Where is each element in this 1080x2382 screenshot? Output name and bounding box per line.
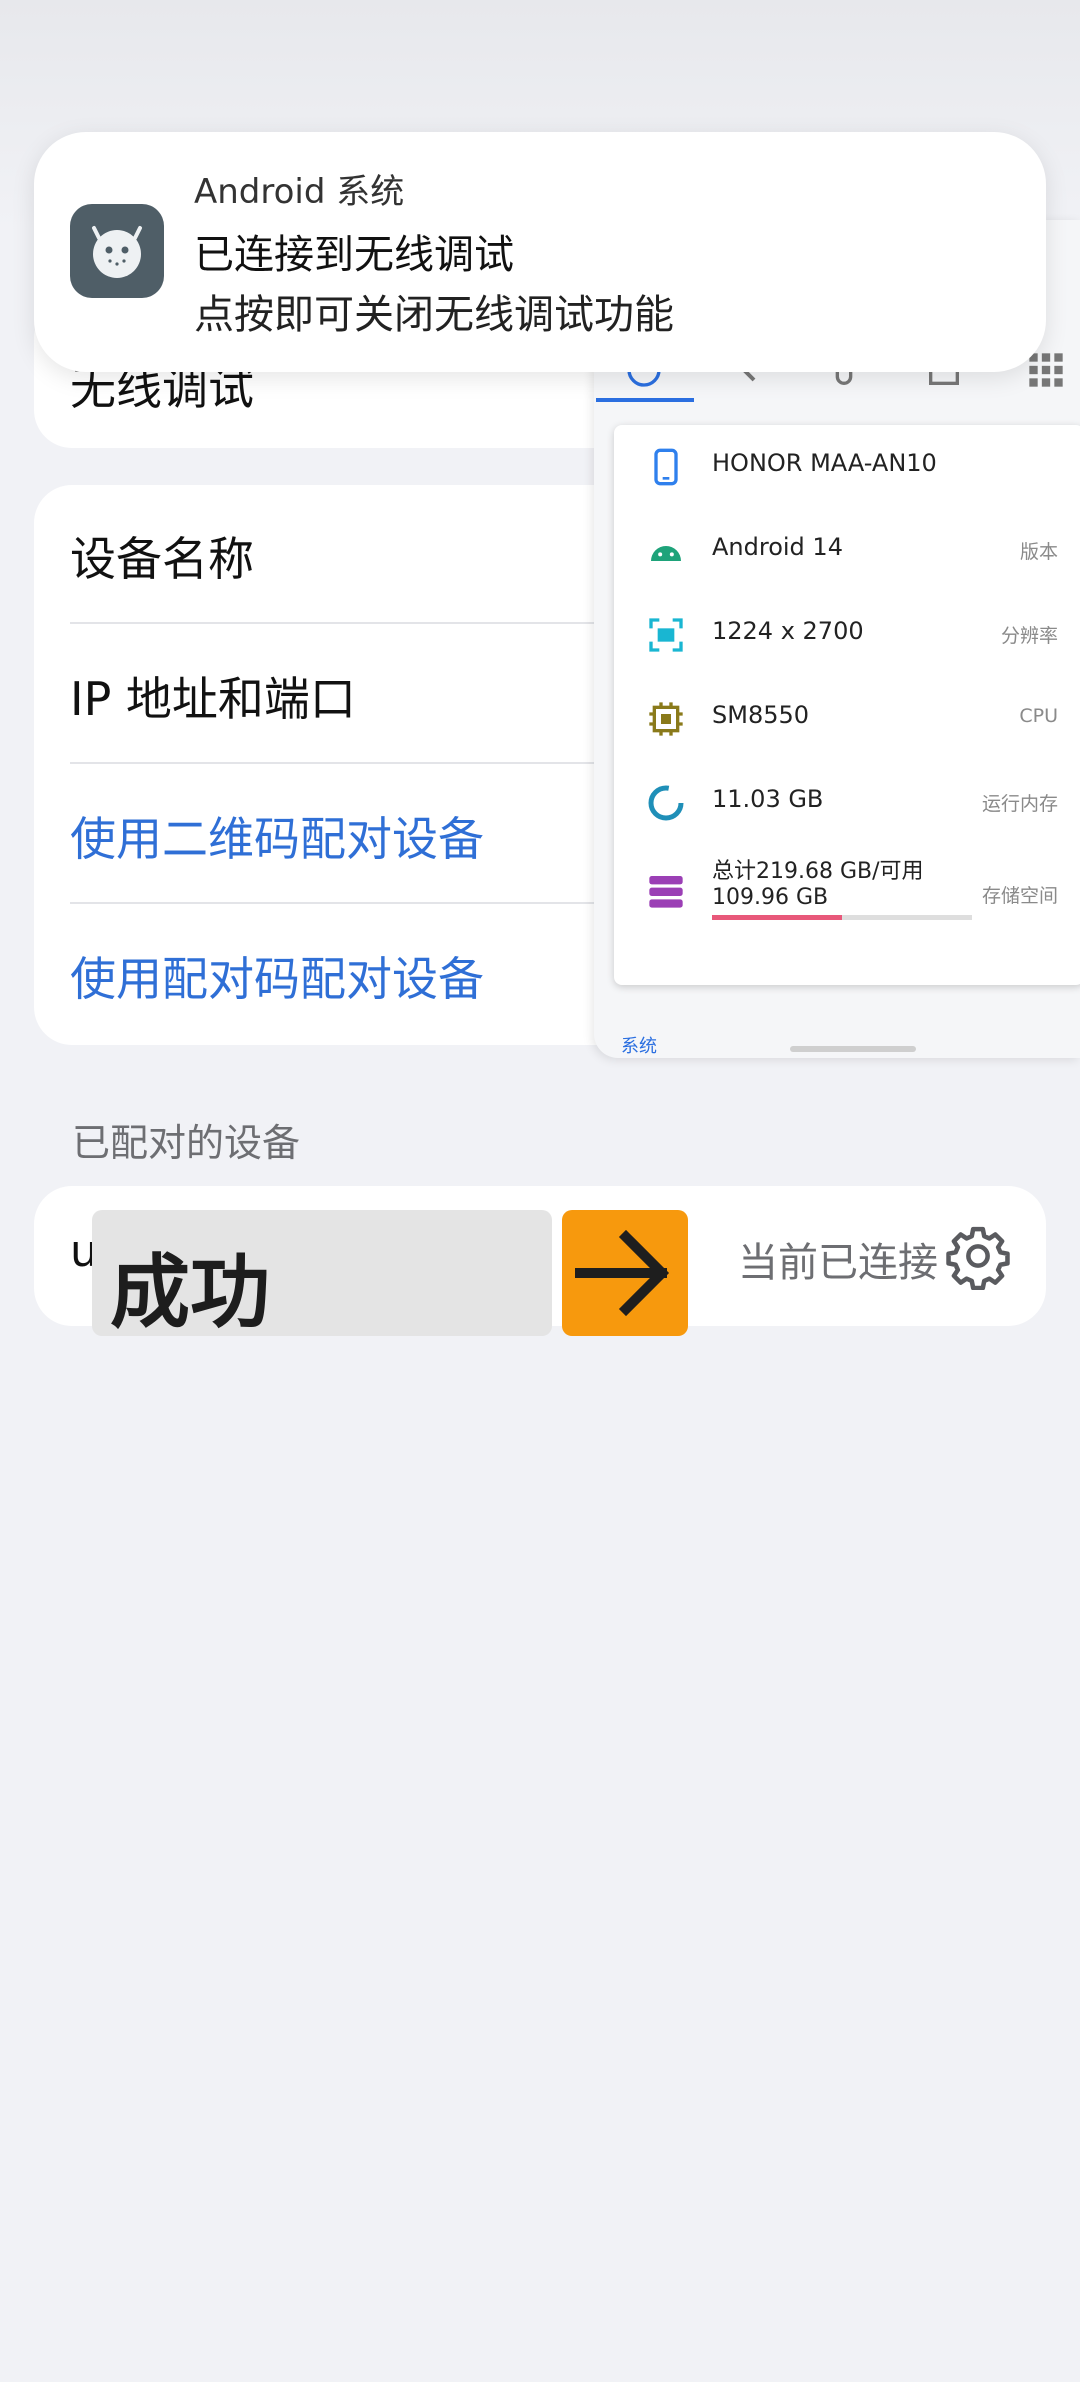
memory-value: 11.03 GB	[712, 785, 824, 813]
notification-body: 点按即可关闭无线调试功能	[194, 292, 674, 338]
phone-icon	[654, 448, 678, 486]
notification-app-name: Android 系统	[194, 172, 405, 212]
storage-progress-bar	[712, 915, 972, 920]
android-version-value: Android 14	[712, 533, 843, 561]
code-pair-item[interactable]: 使用配对码配对设备	[70, 943, 484, 1009]
cpu-value: SM8550	[712, 701, 810, 729]
android-icon	[651, 546, 681, 561]
cpu-tag: CPU	[1019, 705, 1058, 727]
active-tab-indicator	[596, 398, 694, 402]
android-robot-icon	[92, 226, 142, 278]
arrow-overlay	[562, 1210, 688, 1336]
android-version-tag: 版本	[1019, 541, 1058, 563]
app-icon	[70, 204, 164, 298]
arrow-right-icon	[575, 1229, 670, 1317]
wireless-debug-notification[interactable]: Android 系统 已连接到无线调试 点按即可关闭无线调试功能	[34, 132, 1046, 372]
success-label-overlay: 成功	[92, 1210, 552, 1339]
storage-icon	[649, 876, 683, 908]
info-row-cpu: SM8550 CPU	[614, 677, 1080, 761]
info-row-memory: 11.03 GB 运行内存	[614, 761, 1080, 845]
gear-icon[interactable]	[944, 1222, 1012, 1290]
qr-pair-item[interactable]: 使用二维码配对设备	[70, 803, 484, 869]
resolution-value: 1224 x 2700	[712, 617, 864, 645]
gesture-handle	[790, 1046, 916, 1052]
model-value: HONOR MAA-AN10	[712, 449, 937, 477]
device-name-item[interactable]: 设备名称	[70, 523, 254, 589]
resolution-icon	[649, 618, 683, 652]
memory-ring-icon	[648, 785, 684, 821]
connection-status: 当前已连接	[738, 1240, 938, 1286]
cpu-icon	[649, 702, 683, 736]
ip-port-item[interactable]: IP 地址和端口	[70, 663, 356, 729]
success-text: 成功	[110, 1246, 270, 1339]
memory-tag: 运行内存	[981, 793, 1058, 815]
system-tab-label[interactable]: 系统	[621, 1032, 657, 1058]
info-row-resolution: 1224 x 2700 分辨率	[614, 593, 1080, 677]
resolution-tag: 分辨率	[1000, 625, 1058, 647]
storage-tag: 存储空间	[981, 885, 1058, 907]
paired-devices-title: 已配对的设备	[72, 1121, 301, 1165]
notification-title: 已连接到无线调试	[194, 232, 514, 278]
info-row-storage: 总计219.68 GB/可用 109.96 GB 存储空间	[614, 845, 1080, 955]
grid-tab-icon[interactable]	[1026, 350, 1066, 390]
info-row-android: Android 14 版本	[614, 509, 1080, 593]
info-row-model: HONOR MAA-AN10	[614, 425, 1080, 509]
device-info-card: HONOR MAA-AN10 Android 14 版本 1224 x 2700…	[614, 425, 1080, 985]
storage-progress-fill	[712, 915, 842, 920]
storage-value: 总计219.68 GB/可用 109.96 GB	[712, 859, 924, 910]
